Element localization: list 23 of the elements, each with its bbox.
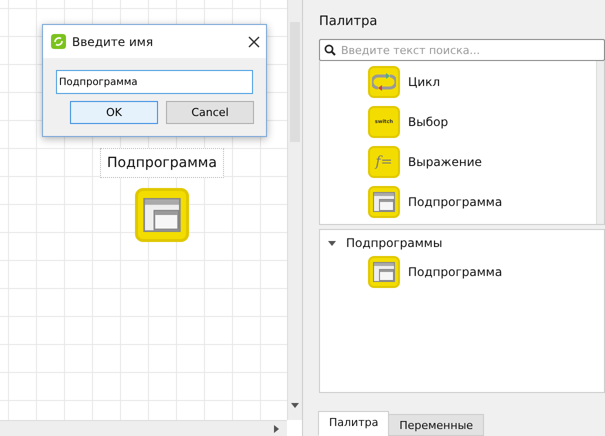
palette-item[interactable]: Подпрограмма (408, 195, 502, 209)
dialog-button[interactable]: Cancel (166, 101, 254, 124)
name-input[interactable]: Подпрограмма (56, 70, 253, 94)
palette-item[interactable]: Выражение (408, 155, 482, 169)
palette-item[interactable]: Подпрограмма (408, 265, 502, 279)
loop-icon[interactable] (368, 66, 400, 98)
close-icon[interactable] (248, 36, 260, 48)
palette-item[interactable]: Выбор (408, 115, 448, 129)
dialog-title: Введите имя (72, 34, 154, 48)
dialog-button[interactable]: OK (70, 101, 158, 124)
tab[interactable]: Переменные (388, 414, 484, 436)
group-label[interactable]: Подпрограммы (346, 236, 442, 250)
node-label: Подпрограмма (100, 148, 224, 178)
window-icon[interactable] (134, 188, 189, 242)
search-field[interactable]: Введите текст поиска... (319, 39, 605, 61)
search-icon (324, 44, 336, 56)
tab[interactable]: Палитра (318, 411, 390, 436)
panel-title: Палитра (319, 14, 378, 29)
palette-item[interactable]: Цикл (408, 75, 440, 89)
window-icon[interactable] (368, 186, 400, 218)
scrollbar[interactable] (596, 61, 604, 224)
window-icon[interactable] (368, 256, 400, 288)
app-icon (51, 34, 66, 49)
